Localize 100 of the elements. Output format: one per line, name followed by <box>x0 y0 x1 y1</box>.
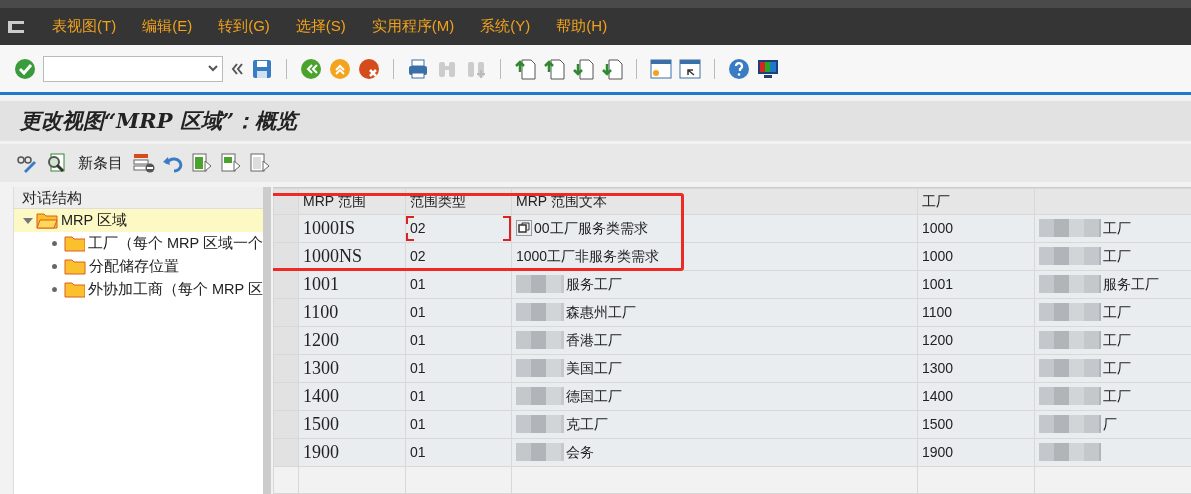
tree-item[interactable]: 分配储存位置 <box>14 255 263 278</box>
blur-patch <box>1039 219 1101 237</box>
new-session-icon[interactable] <box>650 57 672 80</box>
input-field[interactable]: 01 <box>405 326 512 355</box>
menu-item[interactable]: 选择(S) <box>282 15 359 38</box>
table-cell: 工厂 <box>1034 354 1191 383</box>
blur-patch <box>1039 275 1101 293</box>
bullet-icon <box>52 264 57 269</box>
table-cell: 1200 <box>917 326 1035 355</box>
bullet-icon <box>52 241 57 246</box>
expand-arrow-icon[interactable] <box>22 215 34 226</box>
tree-item[interactable]: 外协加工商（每个 MRP 区 <box>14 278 263 301</box>
tree-item-label: MRP 区域 <box>61 210 127 230</box>
input-field[interactable]: 01 <box>405 382 512 411</box>
table-cell: 1300 <box>298 354 406 383</box>
table-cell: 1000 <box>917 242 1035 271</box>
folder-icon <box>63 235 85 252</box>
deselect-all-icon[interactable] <box>249 152 271 174</box>
command-field[interactable] <box>43 55 223 82</box>
table-cell: 1900 <box>298 438 406 467</box>
table-cell: 厂 <box>1034 410 1191 439</box>
table-cell: 德国工厂 <box>511 382 918 411</box>
table-cell: 1000 <box>917 214 1035 243</box>
blur-patch <box>516 387 564 405</box>
blur-patch <box>1039 387 1101 405</box>
table-cell: 服务工厂 <box>511 270 918 299</box>
table-cell: 1001 <box>917 270 1035 299</box>
row-selector[interactable] <box>273 270 299 299</box>
blur-patch <box>1039 247 1101 265</box>
tree-item-label: 分配储存位置 <box>89 256 179 276</box>
table-cell: 00工厂服务类需求 <box>511 214 918 243</box>
shortcut-icon[interactable] <box>679 57 701 80</box>
menu-item[interactable]: 系统(Y) <box>467 15 544 38</box>
input-field[interactable]: 01 <box>405 298 512 327</box>
input-field[interactable]: 02 <box>405 214 512 243</box>
table-cell: 1200 <box>298 326 406 355</box>
next-page-icon[interactable] <box>572 57 594 80</box>
cancel-icon[interactable] <box>358 57 380 80</box>
table-cell: 工厂 <box>1034 382 1191 411</box>
blur-patch <box>516 415 564 433</box>
table-cell: 1100 <box>917 298 1035 327</box>
delete-row-icon[interactable] <box>133 152 155 174</box>
save-icon[interactable] <box>251 57 273 80</box>
blur-patch <box>1039 443 1101 461</box>
last-page-icon[interactable] <box>601 57 623 80</box>
select-block-icon[interactable] <box>220 152 242 174</box>
table-cell: 1000IS <box>298 214 406 243</box>
table-cell: 1400 <box>298 382 406 411</box>
menu-item[interactable]: 转到(G) <box>205 15 283 38</box>
copy-icon[interactable] <box>516 220 532 236</box>
table-cell: 1100 <box>298 298 406 327</box>
tree-item-label: 外协加工商（每个 MRP 区 <box>87 279 263 299</box>
select-all-corner[interactable] <box>273 188 299 215</box>
menu-item[interactable]: 表视图(T) <box>39 15 130 38</box>
menu-icon[interactable] <box>7 19 25 34</box>
previous-page-icon[interactable] <box>543 57 565 80</box>
print-icon[interactable] <box>407 57 429 80</box>
table-cell: 森惠州工厂 <box>511 298 918 327</box>
table-cell: 工厂 <box>1034 298 1191 327</box>
table-cell: 克工厂 <box>511 410 918 439</box>
column-header: 工厂 <box>917 188 1035 215</box>
blur-patch <box>516 303 564 321</box>
blur-patch <box>516 359 564 377</box>
menu-item[interactable]: 编辑(E) <box>129 15 206 38</box>
table-cell: 美国工厂 <box>511 354 918 383</box>
select-all-icon[interactable] <box>191 152 213 174</box>
tree-item[interactable]: 工厂（每个 MRP 区域一个 <box>14 232 263 255</box>
table-cell: 工厂 <box>1034 242 1191 271</box>
table-cell: 香港工厂 <box>511 326 918 355</box>
table-cell: 1900 <box>917 438 1035 467</box>
help-icon[interactable] <box>728 57 750 80</box>
input-field[interactable]: 01 <box>405 438 512 467</box>
tree-item[interactable]: MRP 区域 <box>14 209 263 232</box>
table-cell: 1001 <box>298 270 406 299</box>
monitor-icon[interactable] <box>757 57 779 80</box>
open-folder-icon <box>36 212 58 229</box>
table-cell: 1300 <box>917 354 1035 383</box>
exit-icon[interactable] <box>329 57 351 80</box>
table-cell: 工厂 <box>1034 214 1191 243</box>
folder-icon <box>63 281 85 298</box>
input-field[interactable]: 01 <box>405 354 512 383</box>
input-field[interactable]: 01 <box>405 410 512 439</box>
back-icon[interactable] <box>300 57 322 80</box>
blur-patch <box>1039 359 1101 377</box>
table-cell: 1500 <box>298 410 406 439</box>
menu-item[interactable]: 实用程序(M) <box>358 15 468 38</box>
blur-patch <box>1039 303 1101 321</box>
document-magnifier-icon[interactable] <box>45 152 67 174</box>
checkmark-icon[interactable] <box>14 57 36 80</box>
table-cell: 工厂 <box>1034 326 1191 355</box>
table-cell: 1500 <box>917 410 1035 439</box>
input-field[interactable]: 01 <box>405 270 512 299</box>
new-entries-button[interactable]: 新条目 <box>74 151 126 175</box>
menu-item[interactable]: 帮助(H) <box>543 15 621 38</box>
first-page-icon[interactable] <box>514 57 536 80</box>
table-cell: 服务工厂 <box>1034 270 1191 299</box>
blur-patch <box>516 331 564 349</box>
table-cell: 会务 <box>511 438 918 467</box>
tree-item-label: 工厂（每个 MRP 区域一个 <box>87 233 263 253</box>
folder-icon <box>64 258 86 275</box>
